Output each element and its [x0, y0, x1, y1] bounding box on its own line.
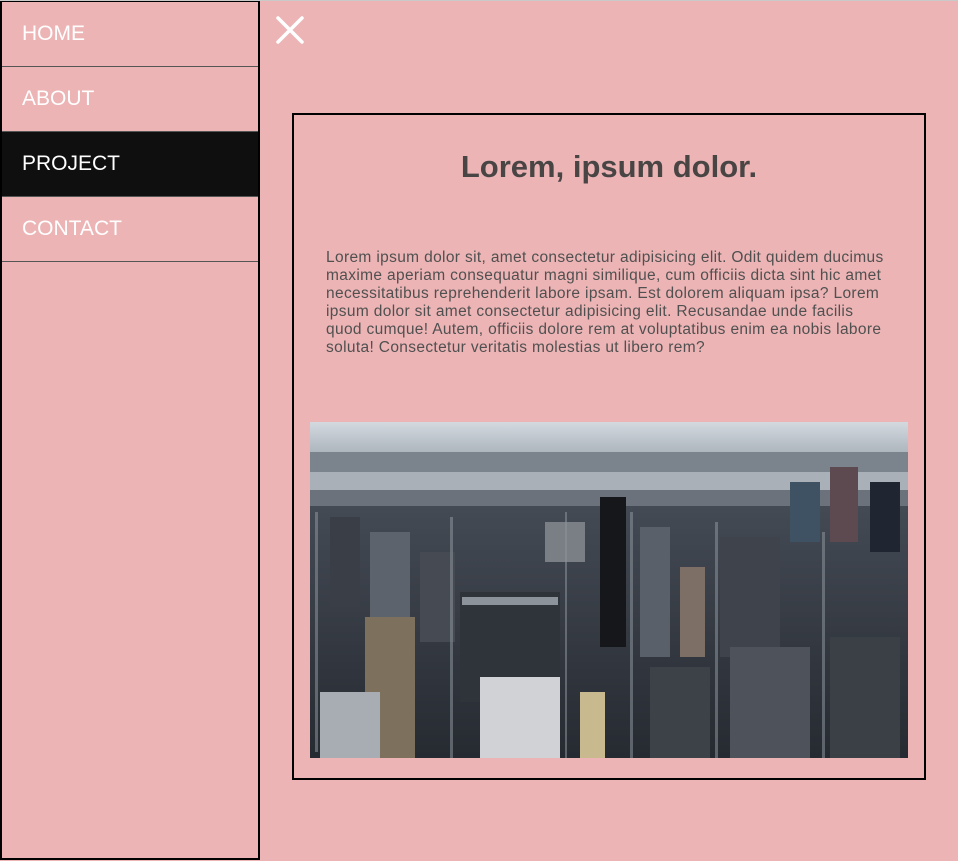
sidebar-nav: HOME ABOUT PROJECT CONTACT	[0, 1, 260, 860]
nav-item-contact[interactable]: CONTACT	[2, 197, 258, 262]
nav-item-home[interactable]: HOME	[2, 2, 258, 67]
close-icon[interactable]	[272, 12, 308, 48]
card-title: Lorem, ipsum dolor.	[460, 149, 758, 184]
nav-item-about[interactable]: ABOUT	[2, 67, 258, 132]
content-card: Lorem, ipsum dolor. Lorem ipsum dolor si…	[292, 113, 926, 780]
nav-item-project[interactable]: PROJECT	[2, 132, 258, 197]
card-body-text: Lorem ipsum dolor sit, amet consectetur …	[326, 249, 884, 356]
city-skyline-image	[310, 422, 908, 758]
